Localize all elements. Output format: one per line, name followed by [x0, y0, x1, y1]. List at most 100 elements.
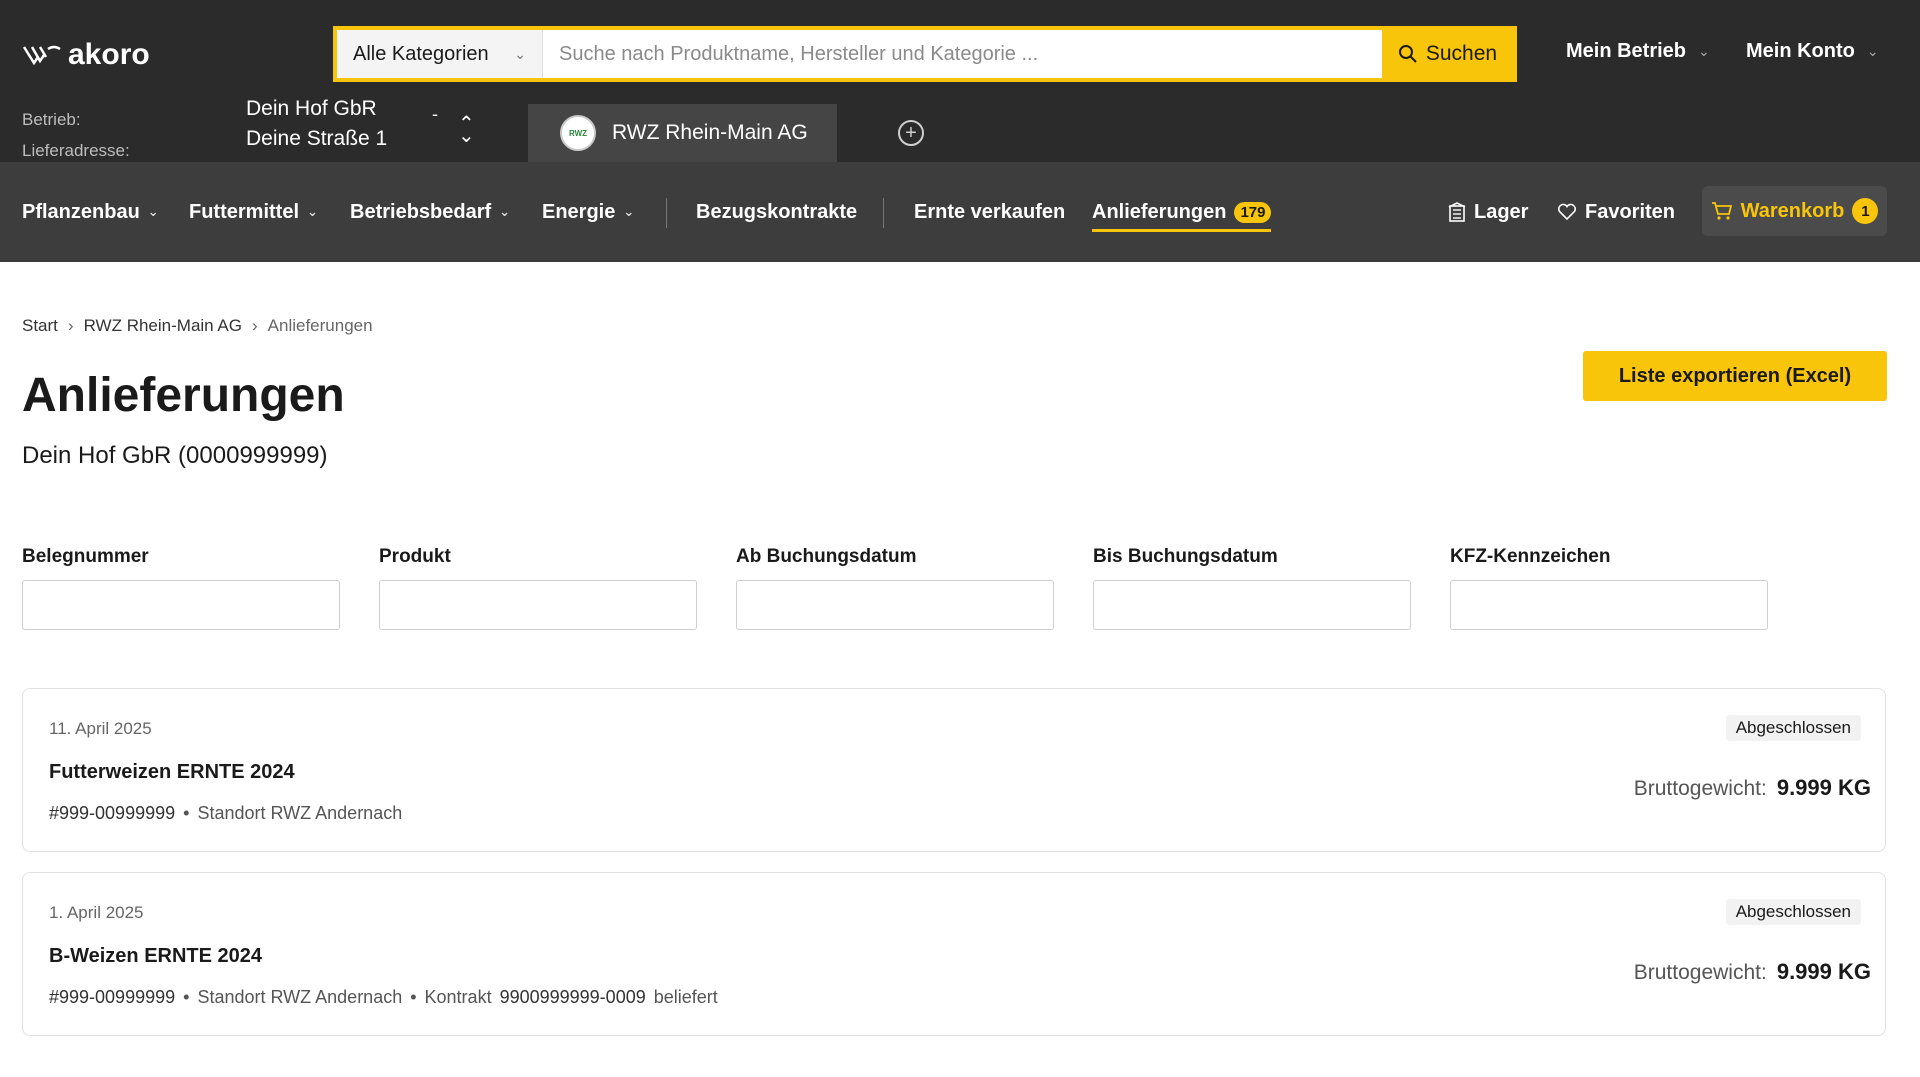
nav-futtermittel[interactable]: Futtermittel ⌄	[189, 162, 318, 262]
delivery-card[interactable]: 1. April 2025 B-Weizen ERNTE 2024 #999-0…	[22, 872, 1886, 1036]
betrieb-selector[interactable]: Dein Hof GbR Deine Straße 1	[246, 94, 387, 154]
anlieferungen-count-badge: 179	[1234, 201, 1272, 223]
mein-betrieb-label: Mein Betrieb	[1566, 40, 1687, 62]
nav-label: Pflanzenbau	[22, 200, 140, 223]
delivery-id: #999-00999999	[49, 803, 176, 823]
filter-belegnummer: Belegnummer	[22, 546, 340, 630]
chevron-down-icon: ⌄	[1698, 43, 1710, 59]
delivery-product: Futterweizen ERNTE 2024	[49, 761, 295, 783]
chevron-down-icon: ⌄	[307, 204, 318, 219]
delivery-meta: #999-00999999 • Standort RWZ Andernach	[49, 803, 402, 824]
category-select-value: Alle Kategorien	[353, 42, 489, 65]
delivery-date: 1. April 2025	[49, 903, 144, 922]
chevron-down-icon: ⌄	[623, 204, 635, 219]
breadcrumb: Start › RWZ Rhein-Main AG › Anlieferunge…	[22, 316, 373, 336]
cart-icon	[1711, 202, 1732, 220]
chevron-down-icon: ⌄	[499, 204, 511, 219]
weight-value: 9.999 KG	[1776, 959, 1871, 984]
weight-label: Bruttogewicht:	[1633, 777, 1767, 800]
mein-betrieb-menu[interactable]: Mein Betrieb ⌄	[1566, 40, 1710, 63]
nav-energie[interactable]: Energie ⌄	[542, 162, 634, 262]
nav-label: Futtermittel	[189, 200, 299, 223]
filter-kfz-kennzeichen: KFZ-Kennzeichen	[1450, 546, 1768, 630]
supplier-tab[interactable]: RWZ RWZ Rhein-Main AG	[528, 104, 837, 162]
filter-label: Produkt	[379, 546, 451, 567]
contract-suffix: beliefert	[653, 987, 718, 1007]
nav-pflanzenbau[interactable]: Pflanzenbau ⌄	[22, 162, 159, 262]
kfz-kennzeichen-input[interactable]	[1450, 580, 1768, 630]
filter-label: Bis Buchungsdatum	[1093, 546, 1278, 567]
meta-separator: •	[183, 987, 190, 1007]
mein-konto-menu[interactable]: Mein Konto ⌄	[1746, 40, 1879, 63]
filter-bis-buchungsdatum: Bis Buchungsdatum	[1093, 546, 1411, 630]
export-excel-button[interactable]: Liste exportieren (Excel)	[1583, 351, 1887, 401]
supplier-logo: RWZ	[560, 115, 596, 151]
filter-label: Ab Buchungsdatum	[736, 546, 917, 567]
breadcrumb-separator: ›	[67, 316, 74, 335]
warenkorb-button[interactable]: Warenkorb 1	[1702, 186, 1887, 236]
nav-lager[interactable]: Lager	[1448, 162, 1528, 262]
betrieb-label: Betrieb:	[22, 110, 81, 129]
belegnummer-input[interactable]	[22, 580, 340, 630]
delivery-date: 11. April 2025	[49, 719, 152, 738]
mein-konto-label: Mein Konto	[1746, 40, 1855, 62]
weight-value: 9.999 KG	[1776, 775, 1871, 800]
cart-count-badge: 1	[1852, 198, 1879, 224]
nav-bezugskontrakte[interactable]: Bezugskontrakte	[696, 162, 857, 262]
heart-icon	[1557, 203, 1577, 221]
search-icon	[1398, 45, 1417, 63]
akoro-logo[interactable]: akoro	[22, 38, 150, 72]
nav-ernte-verkaufen[interactable]: Ernte verkaufen	[914, 162, 1065, 262]
nav-label: Betriebsbedarf	[350, 200, 492, 223]
delivery-card[interactable]: 11. April 2025 Futterweizen ERNTE 2024 #…	[22, 688, 1886, 852]
logo-text: akoro	[68, 38, 150, 71]
chevron-down-icon: ⌄	[1866, 43, 1879, 59]
filter-label: KFZ-Kennzeichen	[1450, 546, 1611, 567]
delivery-location: Standort RWZ Andernach	[197, 803, 403, 823]
nav-label: Ernte verkaufen	[914, 200, 1066, 223]
nav-favoriten[interactable]: Favoriten	[1557, 162, 1675, 262]
contract-id: 9900999999-0009	[499, 987, 646, 1007]
nav-divider	[883, 198, 884, 228]
warehouse-icon	[1448, 202, 1466, 222]
nav-betriebsbedarf[interactable]: Betriebsbedarf ⌄	[350, 162, 510, 262]
status-badge: Abgeschlossen	[1725, 715, 1861, 741]
top-header: akoro Alle Kategorien ⌄ Suchen Mein Betr…	[0, 0, 1920, 162]
contract-label: Kontrakt	[424, 987, 492, 1007]
category-select[interactable]: Alle Kategorien ⌄	[337, 30, 543, 78]
search-button-label: Suchen	[1425, 42, 1498, 65]
betrieb-labels: Betrieb: Lieferadresse:	[22, 104, 130, 166]
breadcrumb-separator: ›	[251, 316, 258, 335]
filter-ab-buchungsdatum: Ab Buchungsdatum	[736, 546, 1054, 630]
nav-label: Bezugskontrakte	[696, 200, 858, 223]
produkt-input[interactable]	[379, 580, 697, 630]
search-input[interactable]	[543, 30, 1382, 78]
nav-lager-label: Lager	[1474, 200, 1529, 223]
delivery-location: Standort RWZ Andernach	[197, 987, 403, 1007]
warenkorb-label: Warenkorb	[1740, 199, 1845, 222]
breadcrumb-start[interactable]: Start	[22, 316, 58, 336]
breadcrumb-supplier[interactable]: RWZ Rhein-Main AG	[84, 316, 242, 336]
status-badge: Abgeschlossen	[1725, 899, 1861, 925]
betrieb-switch-icon[interactable]: ⌃ ⌄	[458, 114, 475, 146]
delivery-meta: #999-00999999 • Standort RWZ Andernach •…	[49, 987, 718, 1008]
search-button[interactable]: Suchen	[1382, 30, 1513, 78]
filter-produkt: Produkt	[379, 546, 697, 630]
main-nav: Pflanzenbau ⌄ Futtermittel ⌄ Betriebsbed…	[0, 162, 1920, 262]
add-supplier-icon[interactable]: +	[898, 120, 924, 146]
supplier-name: RWZ Rhein-Main AG	[612, 121, 808, 144]
nav-anlieferungen[interactable]: Anlieferungen 179	[1092, 195, 1272, 232]
search-bar: Alle Kategorien ⌄ Suche n	[333, 26, 1517, 82]
page-subtitle: Dein Hof GbR (0000999999)	[22, 442, 328, 469]
chevron-down-icon: ⌄	[514, 45, 526, 62]
breadcrumb-current: Anlieferungen	[267, 316, 373, 335]
nav-label: Energie	[542, 200, 616, 223]
betrieb-name: Dein Hof GbR	[246, 97, 377, 120]
delivery-product: B-Weizen ERNTE 2024	[49, 945, 263, 967]
bis-buchungsdatum-input[interactable]	[1093, 580, 1411, 630]
nav-favoriten-label: Favoriten	[1585, 200, 1676, 223]
meta-separator: •	[183, 803, 190, 823]
weight-label: Bruttogewicht:	[1633, 961, 1767, 984]
ab-buchungsdatum-input[interactable]	[736, 580, 1054, 630]
page-title: Anlieferungen	[22, 369, 345, 422]
